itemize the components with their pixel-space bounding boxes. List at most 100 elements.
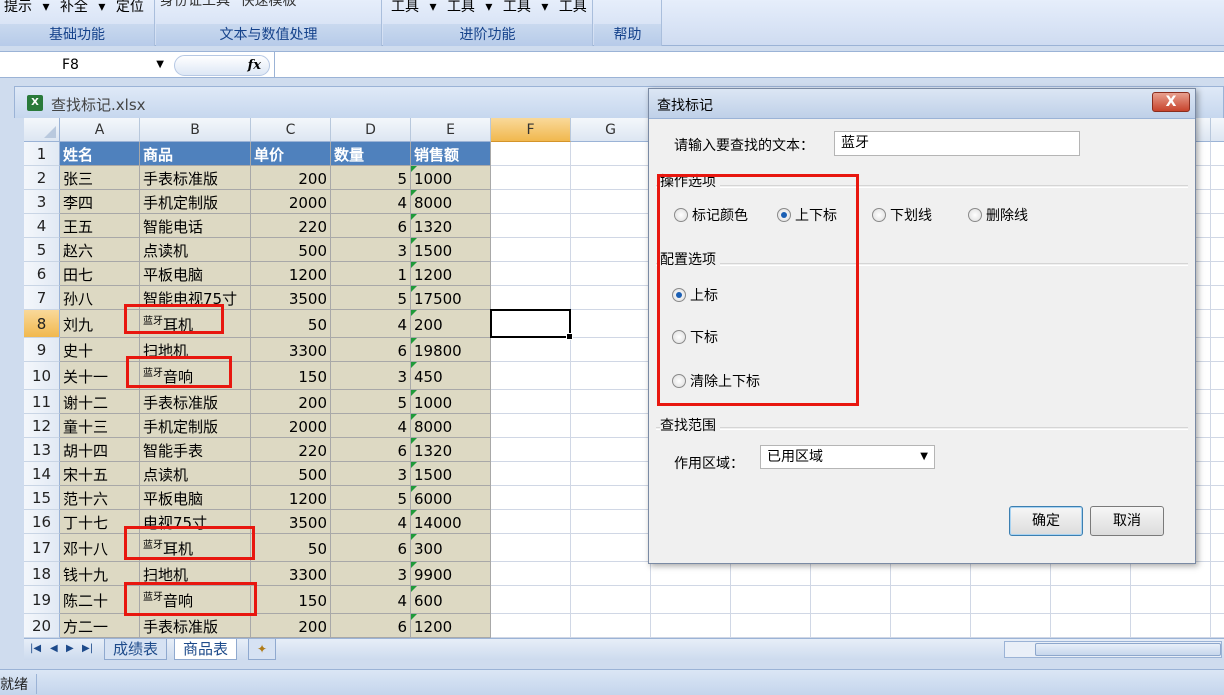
table-cell[interactable]: 4 <box>331 586 411 614</box>
empty-cell[interactable] <box>491 286 571 310</box>
table-cell[interactable]: 6 <box>331 214 411 238</box>
op-strikethrough-radio[interactable]: 删除线 <box>968 207 1028 225</box>
tool-menu-1[interactable]: 工具 ▾ <box>391 0 436 15</box>
table-cell[interactable]: 150 <box>251 362 331 390</box>
empty-cell[interactable] <box>491 586 571 614</box>
table-cell[interactable]: 1000 <box>411 166 491 190</box>
empty-cell[interactable] <box>571 238 651 262</box>
empty-cell[interactable] <box>491 166 571 190</box>
name-box[interactable]: F8 ▼ <box>2 54 170 76</box>
empty-cell[interactable] <box>491 142 571 166</box>
tool-menu-3[interactable]: 工具 ▾ <box>503 0 548 15</box>
empty-cell[interactable] <box>1211 142 1224 166</box>
table-cell[interactable]: 9900 <box>411 562 491 586</box>
empty-cell[interactable] <box>811 614 891 638</box>
scroll-thumb[interactable] <box>1035 643 1221 656</box>
table-cell[interactable]: 5 <box>331 166 411 190</box>
table-cell[interactable]: 智能电话 <box>140 214 251 238</box>
table-cell[interactable]: 1320 <box>411 214 491 238</box>
header-cell[interactable]: 商品 <box>140 142 251 166</box>
row-header[interactable]: 6 <box>24 262 60 286</box>
table-cell[interactable]: 6 <box>331 534 411 562</box>
table-cell[interactable]: 1200 <box>411 262 491 286</box>
empty-cell[interactable] <box>1211 310 1224 338</box>
table-cell[interactable]: 14000 <box>411 510 491 534</box>
empty-cell[interactable] <box>1211 586 1224 614</box>
empty-cell[interactable] <box>571 614 651 638</box>
empty-cell[interactable] <box>1211 362 1224 390</box>
table-cell[interactable]: 智能手表 <box>140 438 251 462</box>
template-button[interactable]: 快速模板 <box>240 0 296 9</box>
header-cell[interactable]: 姓名 <box>60 142 140 166</box>
empty-cell[interactable] <box>571 562 651 586</box>
empty-cell[interactable] <box>1211 534 1224 562</box>
empty-cell[interactable] <box>1211 510 1224 534</box>
empty-cell[interactable] <box>1051 614 1131 638</box>
table-cell[interactable]: 300 <box>411 534 491 562</box>
empty-cell[interactable] <box>811 562 891 586</box>
header-cell[interactable]: 单价 <box>251 142 331 166</box>
table-cell[interactable]: 3 <box>331 462 411 486</box>
table-cell[interactable]: 电视75寸 <box>140 510 251 534</box>
table-cell[interactable]: 平板电脑 <box>140 486 251 510</box>
range-select[interactable]: 已用区域 ▼ <box>760 445 935 469</box>
table-cell[interactable]: 220 <box>251 438 331 462</box>
empty-cell[interactable] <box>571 310 651 338</box>
table-cell[interactable]: 蓝牙音响 <box>140 362 251 390</box>
table-cell[interactable]: 手机定制版 <box>140 190 251 214</box>
table-cell[interactable]: 智能电视75寸 <box>140 286 251 310</box>
empty-cell[interactable] <box>971 562 1051 586</box>
hint-menu[interactable]: 提示 ▾ <box>4 0 49 15</box>
column-header[interactable]: E <box>411 118 491 142</box>
row-header[interactable]: 10 <box>24 362 60 390</box>
table-cell[interactable]: 蓝牙耳机 <box>140 310 251 338</box>
table-cell[interactable]: 田七 <box>60 262 140 286</box>
close-button[interactable]: X <box>1152 92 1190 112</box>
select-all-corner[interactable] <box>24 118 60 142</box>
table-cell[interactable]: 4 <box>331 310 411 338</box>
table-cell[interactable]: 王五 <box>60 214 140 238</box>
prev-sheet-icon[interactable]: ◀ <box>50 643 58 654</box>
column-header[interactable]: B <box>140 118 251 142</box>
tool-menu-2[interactable]: 工具 ▾ <box>447 0 492 15</box>
id-tool-button[interactable]: 身份证工具 <box>160 0 230 9</box>
empty-cell[interactable] <box>571 262 651 286</box>
table-cell[interactable]: 500 <box>251 462 331 486</box>
row-header[interactable]: 12 <box>24 414 60 438</box>
empty-cell[interactable] <box>491 534 571 562</box>
empty-cell[interactable] <box>1051 562 1131 586</box>
op-sup-sub-radio[interactable]: 上下标 <box>777 207 837 225</box>
table-cell[interactable]: 刘九 <box>60 310 140 338</box>
table-cell[interactable]: 手表标准版 <box>140 614 251 638</box>
first-sheet-icon[interactable]: |◀ <box>30 643 41 654</box>
table-cell[interactable]: 童十三 <box>60 414 140 438</box>
row-header[interactable]: 15 <box>24 486 60 510</box>
empty-cell[interactable] <box>1211 190 1224 214</box>
empty-cell[interactable] <box>1211 390 1224 414</box>
empty-cell[interactable] <box>1211 238 1224 262</box>
row-header[interactable]: 20 <box>24 614 60 638</box>
empty-cell[interactable] <box>571 166 651 190</box>
empty-cell[interactable] <box>1211 286 1224 310</box>
empty-cell[interactable] <box>1211 166 1224 190</box>
table-cell[interactable]: 1000 <box>411 390 491 414</box>
table-cell[interactable]: 方二一 <box>60 614 140 638</box>
row-header[interactable]: 18 <box>24 562 60 586</box>
empty-cell[interactable] <box>571 338 651 362</box>
table-cell[interactable]: 孙八 <box>60 286 140 310</box>
table-cell[interactable]: 关十一 <box>60 362 140 390</box>
row-header[interactable]: 11 <box>24 390 60 414</box>
table-cell[interactable]: 5 <box>331 390 411 414</box>
table-cell[interactable]: 1500 <box>411 462 491 486</box>
row-header[interactable]: 9 <box>24 338 60 362</box>
horizontal-scrollbar[interactable] <box>1004 641 1222 658</box>
table-cell[interactable]: 19800 <box>411 338 491 362</box>
row-header[interactable]: 1 <box>24 142 60 166</box>
empty-cell[interactable] <box>731 614 811 638</box>
column-header[interactable]: C <box>251 118 331 142</box>
empty-cell[interactable] <box>571 390 651 414</box>
tool-menu-4[interactable]: 工具 ▾ <box>559 0 588 15</box>
empty-cell[interactable] <box>571 510 651 534</box>
table-cell[interactable]: 3300 <box>251 338 331 362</box>
config-clear-radio[interactable]: 清除上下标 <box>672 373 760 391</box>
